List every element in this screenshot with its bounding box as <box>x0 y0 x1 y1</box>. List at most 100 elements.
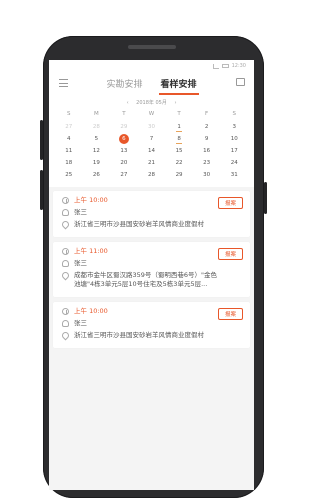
calendar-day[interactable]: 1 <box>165 121 193 133</box>
calendar-day-number: 16 <box>203 148 211 154</box>
calendar-day-number: 13 <box>120 148 128 154</box>
appointment-address: 浙江省三明市沙县国安砂岩羊风情商业度假村 <box>74 220 204 228</box>
calendar-day[interactable]: 10 <box>220 133 248 145</box>
calendar-day[interactable]: 27 <box>55 121 83 133</box>
phone-side-button-left <box>40 120 43 160</box>
appointment-time-row: 上午 10:00 <box>62 307 242 316</box>
calendar-day-number: 4 <box>67 136 71 142</box>
battery-icon <box>221 64 229 68</box>
app-header: 实勘安排 看样安排 <box>49 72 254 95</box>
calendar-day[interactable]: 15 <box>165 145 193 157</box>
status-time: 12:30 <box>231 63 246 69</box>
next-month-button[interactable]: › <box>174 100 176 106</box>
calendar-day[interactable]: 11 <box>55 145 83 157</box>
clock-icon <box>62 248 69 255</box>
calendar-day-number: 30 <box>203 172 211 178</box>
appointment-address: 浙江省三明市沙县国安砂岩羊风情商业度假村 <box>74 331 204 339</box>
calendar-day-number: 31 <box>230 172 238 178</box>
calendar-day[interactable]: 25 <box>55 169 83 181</box>
calendar-day[interactable]: 5 <box>83 133 111 145</box>
calendar-day-number: 8 <box>177 136 181 142</box>
calendar-day[interactable]: 17 <box>220 145 248 157</box>
app-screen: 12:30 实勘安排 看样安排 ‹ 2018年 05月 › SMTWTFS 27… <box>49 60 254 490</box>
location-pin-icon <box>60 270 71 281</box>
weekday-label: T <box>122 111 126 117</box>
appointment-card[interactable]: 上午 10:00 张三浙江省三明市沙县国安砂岩羊风情商业度假村 报案 <box>53 302 250 348</box>
report-tag-button[interactable]: 报案 <box>217 197 243 209</box>
appointment-card[interactable]: 上午 11:00 张三 成都市金牛区蜀汉路359号（蜀明西巷6号）"金色池塘"4栋3… <box>53 242 250 297</box>
appointment-time: 上午 10:00 <box>74 196 108 204</box>
calendar-day-number: 17 <box>230 148 238 154</box>
calendar-day[interactable]: 19 <box>83 157 111 169</box>
weekday-label: M <box>93 111 99 117</box>
calendar-day[interactable]: 20 <box>110 157 138 169</box>
tab-survey-schedule[interactable]: 实勘安排 <box>104 74 144 93</box>
weekday-header: SMTWTFS <box>55 111 248 121</box>
calendar-day[interactable]: 23 <box>193 157 221 169</box>
signal-icon <box>212 63 219 69</box>
calendar-day[interactable]: 3 <box>220 121 248 133</box>
calendar-day[interactable]: 9 <box>193 133 221 145</box>
location-pin-icon <box>60 219 71 230</box>
appointment-person-row: 张三 <box>62 208 242 217</box>
calendar-day-selected[interactable]: 6 <box>110 133 138 145</box>
calendar-day[interactable]: 29 <box>110 121 138 133</box>
calendar-day[interactable]: 31 <box>220 169 248 181</box>
calendar-day-number: 9 <box>204 136 209 142</box>
menu-icon[interactable] <box>59 79 68 87</box>
calendar-day[interactable]: 28 <box>138 169 166 181</box>
appointment-person: 张三 <box>74 319 87 327</box>
appointment-address: 成都市金牛区蜀汉路359号（蜀明西巷6号）"金色池塘"4栋3单元5层10号住宅及… <box>74 271 218 288</box>
appointment-address-row: 浙江省三明市沙县国安砂岩羊风情商业度假村 <box>60 330 242 341</box>
calendar-day[interactable]: 12 <box>83 145 111 157</box>
weekday-label: F <box>205 111 209 117</box>
calendar-day-number: 28 <box>147 172 155 178</box>
calendar-day[interactable]: 22 <box>165 157 193 169</box>
appointment-card[interactable]: 上午 10:00 张三浙江省三明市沙县国安砂岩羊风情商业度假村 报案 <box>53 191 250 237</box>
calendar-day-number: 27 <box>65 124 73 130</box>
calendar-day-number: 30 <box>147 124 155 130</box>
calendar-day-number: 6 <box>122 136 126 142</box>
calendar-day[interactable]: 29 <box>165 169 193 181</box>
appointment-address-row: 浙江省三明市沙县国安砂岩羊风情商业度假村 <box>60 219 242 230</box>
calendar-day[interactable]: 8 <box>165 133 193 145</box>
calendar-day[interactable]: 13 <box>110 145 138 157</box>
calendar-day[interactable]: 27 <box>110 169 138 181</box>
calendar-day-number: 28 <box>92 124 100 130</box>
calendar-day-number: 1 <box>177 124 181 130</box>
report-tag-button[interactable]: 报案 <box>217 248 243 260</box>
calendar-day[interactable]: 30 <box>193 169 221 181</box>
calendar-day[interactable]: 18 <box>55 157 83 169</box>
calendar-day[interactable]: 26 <box>83 169 111 181</box>
calendar-day[interactable]: 28 <box>83 121 111 133</box>
weekday-label: S <box>67 111 71 117</box>
calendar-day-number: 29 <box>175 172 183 178</box>
calendar-day-number: 25 <box>65 172 73 178</box>
calendar-day[interactable]: 4 <box>55 133 83 145</box>
calendar-day-number: 26 <box>92 172 100 178</box>
calendar-day-number: 24 <box>230 160 238 166</box>
message-icon[interactable] <box>236 78 245 86</box>
appointment-time-row: 上午 10:00 <box>62 196 242 205</box>
phone-speaker <box>128 45 176 49</box>
calendar-day[interactable]: 21 <box>138 157 166 169</box>
calendar-day[interactable]: 14 <box>138 145 166 157</box>
calendar-day[interactable]: 7 <box>138 133 166 145</box>
calendar-day-number: 10 <box>230 136 238 142</box>
appointment-address-row: 成都市金牛区蜀汉路359号（蜀明西巷6号）"金色池塘"4栋3单元5层10号住宅及… <box>60 270 242 289</box>
report-tag-button[interactable]: 报案 <box>217 308 243 320</box>
month-label: 2018年 05月 <box>136 100 167 106</box>
calendar-day-number: 22 <box>175 160 183 166</box>
calendar-day[interactable]: 2 <box>193 121 221 133</box>
phone-side-button-left-2 <box>40 170 43 210</box>
calendar-day-number: 20 <box>120 160 128 166</box>
calendar-day[interactable]: 24 <box>220 157 248 169</box>
calendar-day[interactable]: 30 <box>138 121 166 133</box>
tab-viewing-schedule[interactable]: 看样安排 <box>158 74 199 95</box>
month-navigator: ‹ 2018年 05月 › <box>55 99 248 106</box>
calendar-day-number: 5 <box>94 136 99 142</box>
prev-month-button[interactable]: ‹ <box>127 100 129 106</box>
calendar-day-number: 11 <box>65 148 73 154</box>
calendar-day[interactable]: 16 <box>193 145 221 157</box>
appointment-person: 张三 <box>74 208 87 216</box>
